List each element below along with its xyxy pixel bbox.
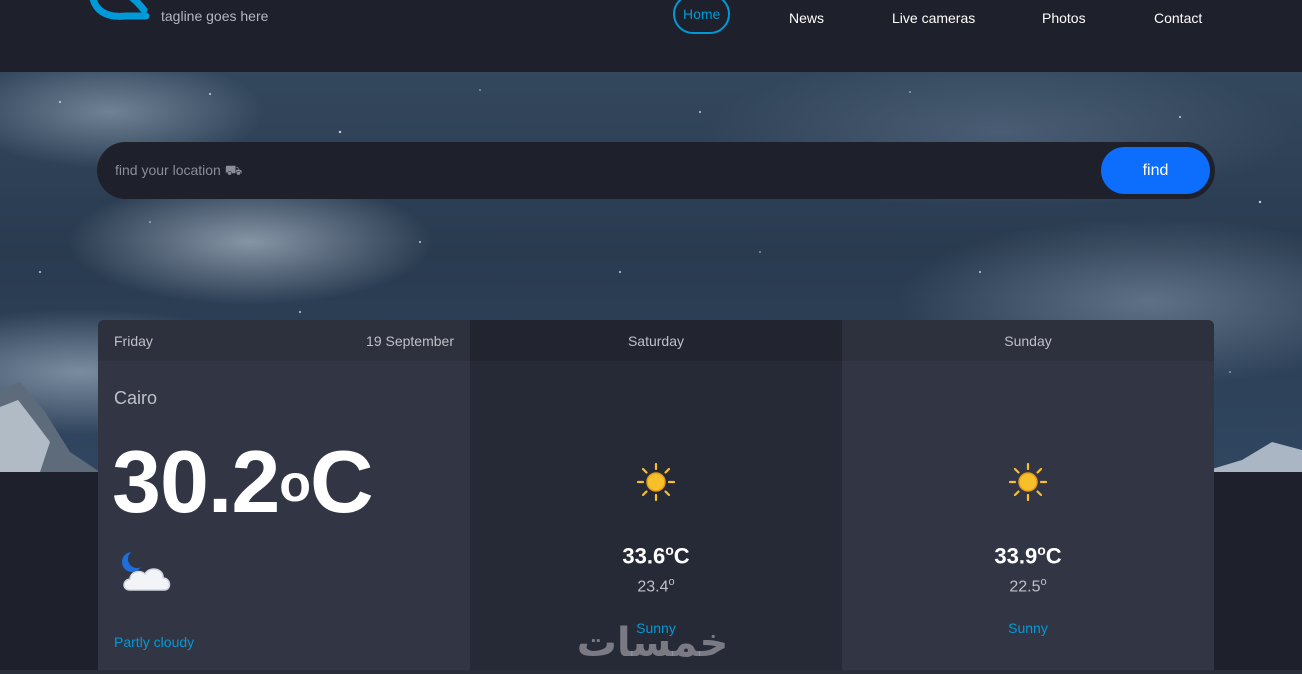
nav-contact[interactable]: Contact (1144, 4, 1212, 34)
today-date: 19 September (366, 333, 454, 349)
forecast-day-header: Saturday (470, 320, 842, 361)
nav-news[interactable]: News (779, 4, 834, 34)
nav-home[interactable]: Home (673, 0, 731, 34)
bottom-strip (0, 670, 1302, 674)
today-day-name: Friday (114, 333, 153, 349)
location-search: find (97, 142, 1215, 199)
today-condition: Partly cloudy (114, 634, 195, 650)
city-name: Cairo (114, 388, 158, 408)
location-search-input[interactable] (115, 156, 1015, 184)
forecast-min-temp: 23.4o (637, 576, 675, 596)
find-button[interactable]: find (1101, 147, 1210, 194)
forecast-day-name: Saturday (627, 333, 685, 349)
forecast-max-temp: 33.9oC (994, 542, 1062, 569)
forecast-day-name: Sunday (1004, 333, 1052, 349)
forecast-today-header: Friday 19 September (98, 320, 470, 361)
forecast-condition: Sunny (1008, 620, 1048, 636)
moon-cloud-icon (122, 550, 171, 591)
forecast-today: Friday 19 September Cairo 30.2oC Partly … (98, 320, 470, 674)
main-nav: Home News Live cameras Photos Contact (0, 0, 1302, 40)
page: tagline goes here Home News Live cameras… (0, 0, 1302, 674)
forecast-day: Sunday 33.9oC 22.5o Sunny (842, 320, 1214, 674)
forecast-min-temp: 22.5o (1009, 576, 1047, 596)
forecast-day-header: Sunday (842, 320, 1214, 361)
nav-live-cameras[interactable]: Live cameras (882, 4, 985, 34)
mountain-left (0, 382, 100, 472)
watermark: خمسات (576, 620, 729, 666)
sun-icon (1008, 462, 1048, 502)
forecast-max-temp: 33.6oC (622, 542, 690, 569)
sun-icon (636, 462, 676, 502)
nav-photos[interactable]: Photos (1032, 4, 1096, 34)
site-header: tagline goes here Home News Live cameras… (0, 0, 1302, 72)
mountain-right (1202, 442, 1302, 472)
current-temperature: 30.2oC (112, 432, 374, 531)
